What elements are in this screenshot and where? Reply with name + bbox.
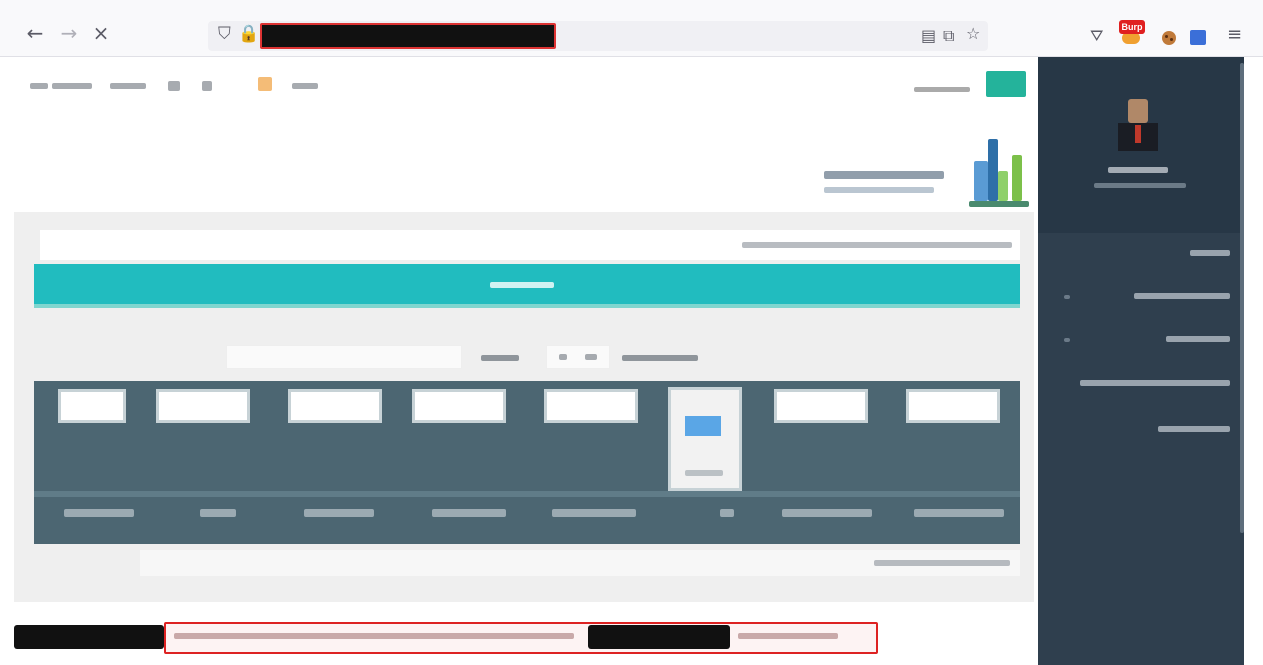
- top-link[interactable]: [110, 83, 146, 89]
- shield-icon[interactable]: ⛉: [218, 24, 231, 44]
- redacted-text: [174, 633, 574, 639]
- search-label: [481, 355, 519, 361]
- breadcrumb: [40, 230, 1020, 260]
- tile-caption[interactable]: [720, 509, 734, 517]
- section-title-bar: [34, 264, 1020, 308]
- footer-note-text: [874, 560, 1010, 566]
- breadcrumb-path[interactable]: [742, 242, 1012, 248]
- tile-caption[interactable]: [432, 509, 506, 517]
- sidebar-item[interactable]: [1190, 250, 1230, 256]
- grid-tile[interactable]: [412, 389, 506, 423]
- top-link[interactable]: [52, 83, 92, 89]
- login-button[interactable]: [986, 71, 1026, 97]
- redacted-block: [588, 625, 730, 649]
- top-link-icon[interactable]: [258, 77, 272, 91]
- tile-caption[interactable]: [782, 509, 872, 517]
- lock-icon[interactable]: 🔒: [238, 24, 259, 44]
- bookmark-star-icon[interactable]: ☆: [966, 24, 980, 43]
- web-page: [14, 57, 1249, 665]
- reader-view-icon[interactable]: ▤: [921, 26, 936, 45]
- cookie-editor-icon[interactable]: [1162, 31, 1176, 45]
- search-input[interactable]: [226, 345, 462, 369]
- grid-divider: [34, 491, 1020, 497]
- url-redacted: [260, 23, 556, 49]
- tile-caption[interactable]: [914, 509, 1004, 517]
- sidebar-bullet-icon: [1064, 338, 1070, 342]
- sort-label: [622, 355, 698, 361]
- language-link[interactable]: [914, 87, 970, 92]
- profile-panel: [1038, 57, 1244, 233]
- tile-caption[interactable]: [64, 509, 134, 517]
- pocket-icon[interactable]: ⛛: [1090, 26, 1103, 46]
- top-link[interactable]: [292, 83, 318, 89]
- redacted-block: [14, 625, 164, 649]
- avatar[interactable]: [1118, 99, 1158, 151]
- tile-caption[interactable]: [200, 509, 236, 517]
- sidebar-item[interactable]: [1080, 380, 1230, 386]
- browser-toolbar: ← → × ⛉ 🔒 ▤ ⧉ ☆ ⛛ Burp ≡: [0, 0, 1263, 57]
- grid-tile[interactable]: [288, 389, 382, 423]
- grid-tile[interactable]: [906, 389, 1000, 423]
- tile-caption[interactable]: [552, 509, 636, 517]
- sidebar-scrollbar[interactable]: [1240, 63, 1244, 533]
- top-link[interactable]: [30, 83, 48, 89]
- grid-tile[interactable]: [156, 389, 250, 423]
- sidebar-bullet-icon: [1064, 295, 1070, 299]
- url-bar[interactable]: ⛉ 🔒 ▤ ⧉ ☆: [208, 21, 988, 51]
- right-sidebar: [1038, 57, 1244, 665]
- sidebar-item[interactable]: [1166, 336, 1230, 342]
- sidebar-item[interactable]: [1158, 426, 1230, 432]
- top-link-icon[interactable]: [168, 81, 180, 91]
- tile-caption[interactable]: [304, 509, 374, 517]
- item-grid: [34, 381, 1020, 544]
- logo-subtext: [824, 187, 934, 193]
- translate-extension-icon[interactable]: [1190, 30, 1206, 45]
- section-title-blur: [490, 282, 554, 288]
- count-input[interactable]: [546, 345, 610, 369]
- logo-text: [824, 171, 944, 179]
- grid-tile-selected[interactable]: [668, 387, 742, 491]
- site-logo: [824, 117, 1034, 209]
- back-arrow-icon[interactable]: ←: [24, 22, 46, 44]
- url-text: [208, 21, 209, 22]
- forward-arrow-icon[interactable]: →: [58, 22, 80, 44]
- footer-note: [140, 550, 1020, 576]
- grid-tile[interactable]: [544, 389, 638, 423]
- grid-tile[interactable]: [58, 389, 126, 423]
- menu-icon[interactable]: ≡: [1227, 24, 1242, 45]
- top-link-icon[interactable]: [202, 81, 212, 91]
- translate-page-icon[interactable]: ⧉: [943, 26, 954, 46]
- tile-image: [685, 416, 721, 436]
- redacted-text: [738, 633, 838, 639]
- user-role: [1094, 183, 1186, 188]
- sidebar-item[interactable]: [1134, 293, 1230, 299]
- close-icon[interactable]: ×: [90, 22, 112, 44]
- user-name: [1108, 167, 1168, 173]
- grid-tile[interactable]: [774, 389, 868, 423]
- redacted-line: [14, 619, 878, 654]
